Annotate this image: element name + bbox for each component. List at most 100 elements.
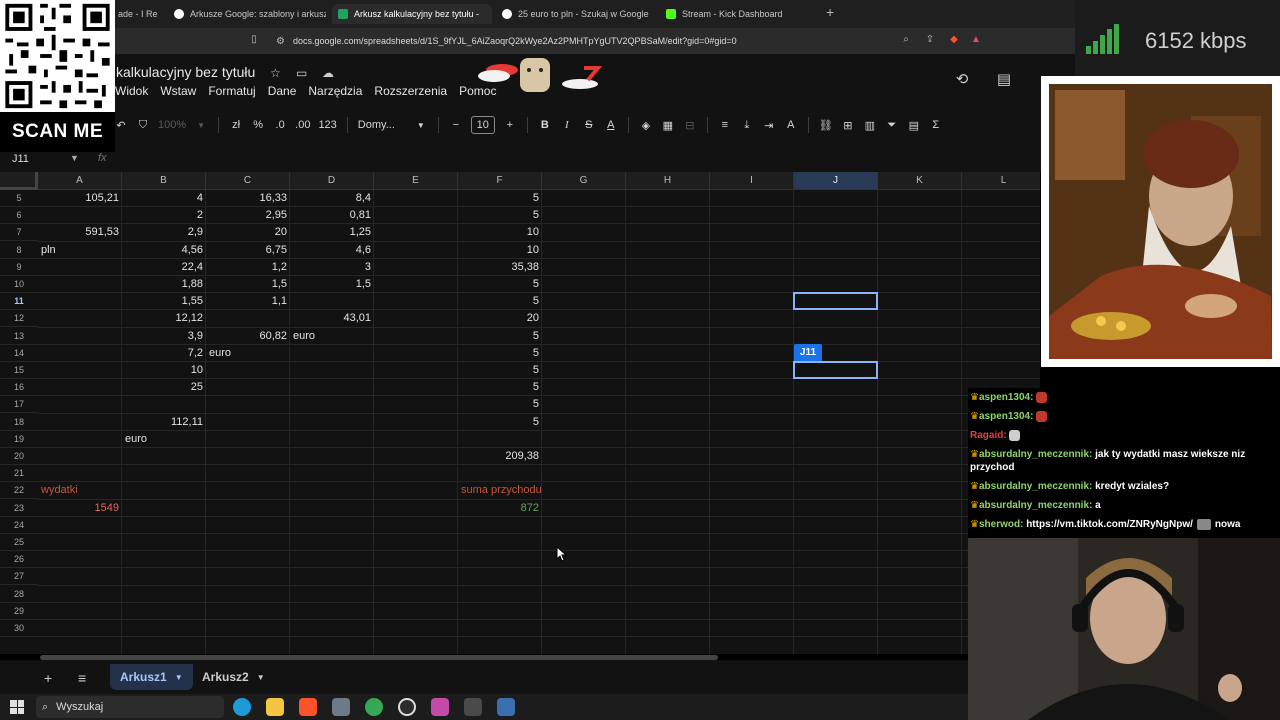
column-header-l[interactable]: L: [962, 172, 1040, 190]
menu-item-wstaw[interactable]: Wstaw: [160, 84, 196, 98]
fill-color-icon[interactable]: ◈: [635, 114, 657, 136]
menu-item-dane[interactable]: Dane: [268, 84, 297, 98]
cell-b9[interactable]: 22,4: [122, 259, 206, 276]
sheet-tab-arkusz2[interactable]: Arkusz2 ▼: [192, 664, 275, 690]
number-format-button[interactable]: 123: [314, 114, 340, 136]
borders-icon[interactable]: ▦: [657, 114, 679, 136]
row-header-22[interactable]: 22: [0, 482, 38, 500]
settings-icon[interactable]: [464, 698, 482, 716]
cell-a5[interactable]: 105,21: [38, 190, 122, 207]
cell-d12[interactable]: 43,01: [290, 310, 374, 327]
cell-f23[interactable]: 872: [458, 500, 542, 517]
cell-c8[interactable]: 6,75: [206, 242, 290, 259]
cell-d6[interactable]: 0,81: [290, 207, 374, 224]
text-rotation-icon[interactable]: A: [780, 114, 802, 136]
brave-icon[interactable]: [299, 698, 317, 716]
vertical-align-icon[interactable]: ⤓: [736, 114, 758, 136]
font-size-field[interactable]: 10: [467, 114, 499, 136]
app-icon[interactable]: [332, 698, 350, 716]
menu-item-formatuj[interactable]: Formatuj: [208, 84, 255, 98]
cell-f13[interactable]: 5: [458, 328, 542, 345]
cell-b12[interactable]: 12,12: [122, 310, 206, 327]
site-info-icon[interactable]: ⚙: [276, 36, 285, 47]
cell-c13[interactable]: 60,82: [206, 328, 290, 345]
cell-a22[interactable]: wydatki: [38, 482, 139, 499]
document-title[interactable]: kalkulacyjny bez tytułu: [116, 64, 255, 80]
app-icon[interactable]: [431, 698, 449, 716]
decrease-decimal-button[interactable]: .0: [269, 114, 291, 136]
cell-f10[interactable]: 5: [458, 276, 542, 293]
cell-b14[interactable]: 7,2: [122, 345, 206, 362]
column-header-f[interactable]: F: [458, 172, 542, 190]
spreadsheet-grid[interactable]: A B C D E F G H I J K L 5 6 7 8 9 10 11 12 13 14 15 16 17 18 19 20 2…: [0, 172, 1040, 654]
cell-b13[interactable]: 3,9: [122, 328, 206, 345]
obs-icon[interactable]: [398, 698, 416, 716]
font-size-increase-icon[interactable]: +: [499, 114, 521, 136]
version-history-icon[interactable]: ⟲: [953, 70, 971, 88]
close-tab-icon[interactable]: ✕: [491, 8, 492, 21]
cell-f11[interactable]: 5: [458, 293, 542, 310]
browser-tab-active[interactable]: Arkusz kalkulacyjny bez tytułu - ✕: [332, 4, 492, 24]
select-all-corner[interactable]: [0, 172, 38, 190]
merge-cells-icon[interactable]: ⊟: [679, 114, 701, 136]
chat-username[interactable]: absurdalny_meczennik: [979, 500, 1089, 511]
chat-username[interactable]: sherwod: [979, 519, 1020, 530]
font-select[interactable]: Domy...: [354, 114, 410, 136]
filter-icon[interactable]: ⏷: [881, 114, 903, 136]
edge-icon[interactable]: [233, 698, 251, 716]
row-header-7[interactable]: 7: [0, 224, 38, 242]
row-header-9[interactable]: 9: [0, 258, 38, 276]
row-header-21[interactable]: 21: [0, 465, 38, 483]
menu-item-narzedzia[interactable]: Narzędzia: [308, 84, 362, 98]
comments-icon[interactable]: ▤: [995, 70, 1013, 88]
row-header-10[interactable]: 10: [0, 276, 38, 293]
cell-f20[interactable]: 209,38: [458, 448, 542, 465]
chat-username[interactable]: aspen1304: [979, 411, 1030, 422]
row-header-30[interactable]: 30: [0, 620, 38, 637]
row-header-17[interactable]: 17: [0, 396, 38, 414]
row-header-8[interactable]: 8: [0, 241, 38, 259]
cell-b16[interactable]: 25: [122, 379, 206, 396]
cell-f6[interactable]: 5: [458, 207, 542, 224]
cell-a23[interactable]: 1549: [38, 500, 122, 517]
bookmark-icon[interactable]: ▯: [248, 34, 260, 46]
menu-item-pomoc[interactable]: Pomoc: [459, 84, 496, 98]
cell-b10[interactable]: 1,88: [122, 276, 206, 293]
cell-c6[interactable]: 2,95: [206, 207, 290, 224]
browser-tab[interactable]: ade - I Re: [112, 4, 166, 24]
cell-b15[interactable]: 10: [122, 362, 206, 379]
calculator-icon[interactable]: [497, 698, 515, 716]
insert-chart-icon[interactable]: ▥: [859, 114, 881, 136]
chat-username[interactable]: aspen1304: [979, 392, 1030, 403]
row-header-28[interactable]: 28: [0, 585, 38, 603]
cell-b7[interactable]: 2,9: [122, 224, 206, 241]
cell-d8[interactable]: 4,6: [290, 242, 374, 259]
cell-f8[interactable]: 10: [458, 242, 542, 259]
zoom-select[interactable]: 100%: [154, 114, 190, 136]
cell-d5[interactable]: 8,4: [290, 190, 374, 207]
cell-d7[interactable]: 1,25: [290, 224, 374, 241]
address-bar[interactable]: ⚙ docs.google.com/spreadsheets/d/1S_9fYJ…: [268, 31, 992, 51]
sheet-tab-menu-icon[interactable]: ▼: [257, 673, 265, 682]
strikethrough-icon[interactable]: S: [578, 114, 600, 136]
move-folder-icon[interactable]: ▭: [296, 66, 307, 80]
cell-f15[interactable]: 5: [458, 362, 542, 379]
column-header-j[interactable]: J: [794, 172, 878, 190]
cell-c9[interactable]: 1,2: [206, 259, 290, 276]
row-header-14[interactable]: 14: [0, 344, 38, 362]
row-header-25[interactable]: 25: [0, 534, 38, 551]
cell-f14[interactable]: 5: [458, 345, 542, 362]
brave-rewards-icon[interactable]: ▲: [970, 34, 982, 46]
row-header-27[interactable]: 27: [0, 568, 38, 586]
row-header-13[interactable]: 13: [0, 327, 38, 345]
name-box[interactable]: J11: [12, 153, 29, 165]
all-sheets-button[interactable]: ≡: [78, 670, 86, 686]
cell-d10[interactable]: 1,5: [290, 276, 374, 293]
row-header-5[interactable]: 5: [0, 190, 38, 207]
row-header-18[interactable]: 18: [0, 413, 38, 431]
cell-f17[interactable]: 5: [458, 396, 542, 413]
row-header-19[interactable]: 19: [0, 430, 38, 448]
menu-item-rozszerzenia[interactable]: Rozszerzenia: [374, 84, 447, 98]
share-icon[interactable]: ⇪: [924, 34, 936, 46]
functions-icon[interactable]: Σ: [925, 114, 947, 136]
